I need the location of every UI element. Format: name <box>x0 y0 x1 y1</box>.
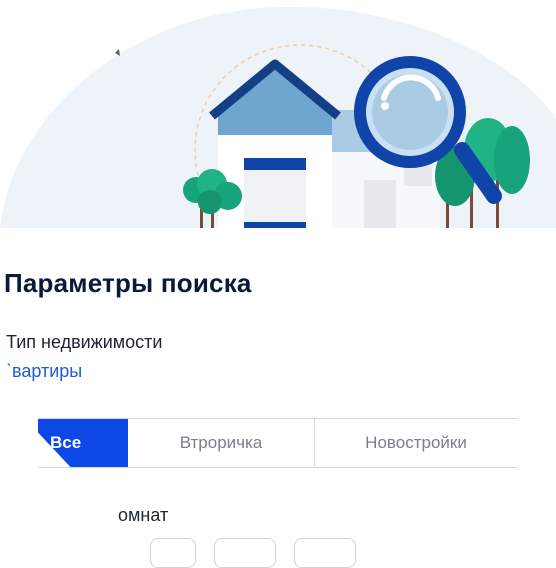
house-search-illustration <box>0 7 556 260</box>
page-title: Параметры поиска <box>4 268 252 298</box>
property-type-label: Тип недвижимости <box>6 332 163 352</box>
tab-all[interactable]: Все <box>38 419 128 467</box>
tab-new-buildings[interactable]: Новостройки <box>314 419 518 467</box>
market-filter-tabs: Все Втроричка Новостройки <box>38 418 518 468</box>
rooms-option-button[interactable] <box>150 538 196 568</box>
search-parameters-panel: Параметры поиска Тип недвижимости ˋварти… <box>0 228 556 568</box>
rooms-option-button[interactable] <box>294 538 356 568</box>
property-type-select[interactable]: ˋвартиры <box>6 361 82 382</box>
hero-illustration <box>0 0 556 260</box>
rooms-label: омнат <box>118 505 169 525</box>
tab-secondary[interactable]: Втроричка <box>128 419 315 467</box>
rooms-option-button[interactable] <box>214 538 276 568</box>
